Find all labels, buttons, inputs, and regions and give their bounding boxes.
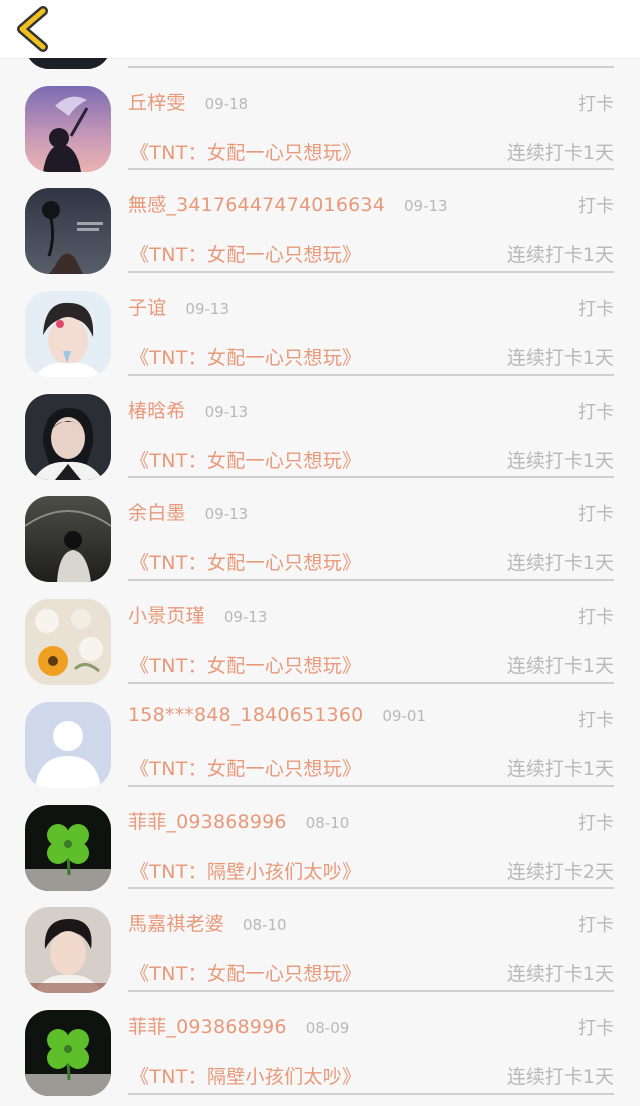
streak-text: 连续打卡1天 <box>506 141 614 164</box>
avatar[interactable] <box>25 599 111 686</box>
avatar-image <box>25 85 111 172</box>
checkin-type: 打卡 <box>578 196 614 218</box>
book-title[interactable]: 《TNT：女配一心只想玩》 <box>130 138 361 165</box>
list-item[interactable]: 子谊 09-13 打卡 《TNT：女配一心只想玩》 连续打卡1天 <box>0 273 640 378</box>
user-name[interactable]: 小景页瑾 <box>128 601 205 628</box>
book-title[interactable]: 《TNT：女配一心只想玩》 <box>130 959 361 986</box>
list-item[interactable]: 158***848_1840651360 09-01 打卡 《TNT：女配一心只… <box>0 684 640 788</box>
avatar[interactable] <box>25 496 111 583</box>
checkin-date: 09-13 <box>185 300 229 319</box>
list-item[interactable]: 小景页瑾 09-13 打卡 《TNT：女配一心只想玩》 连续打卡1天 <box>0 581 640 686</box>
avatar[interactable] <box>25 393 111 480</box>
avatar[interactable] <box>25 291 111 378</box>
avatar-image <box>25 496 111 583</box>
user-name[interactable]: 椿晗希 <box>128 396 186 423</box>
checkin-date: 08-09 <box>305 1018 350 1037</box>
checkin-date: 08-10 <box>243 916 287 935</box>
checkin-date: 09-18 <box>204 94 249 113</box>
streak-text: 连续打卡1天 <box>506 757 614 780</box>
checkin-date: 09-13 <box>204 505 249 524</box>
avatar-image <box>25 291 111 378</box>
list-item[interactable]: 馬嘉祺老婆 08-10 打卡 《TNT：女配一心只想玩》 连续打卡1天 <box>0 889 640 994</box>
user-name[interactable]: 子谊 <box>128 293 166 320</box>
avatar-image <box>25 599 111 686</box>
user-name[interactable]: 158***848_1840651360 <box>128 704 363 726</box>
streak-text: 连续打卡1天 <box>506 655 614 678</box>
user-name[interactable]: 余白墨 <box>128 498 186 525</box>
streak-text: 连续打卡1天 <box>506 449 614 472</box>
streak-text: 连续打卡1天 <box>506 1065 614 1088</box>
back-button[interactable] <box>12 6 56 52</box>
checkin-type: 打卡 <box>578 504 614 526</box>
checkin-date: 09-01 <box>382 706 427 725</box>
checkin-date: 09-13 <box>204 402 249 421</box>
clover-icon <box>25 1009 111 1096</box>
clover-icon <box>25 804 111 891</box>
book-title[interactable]: 《TNT：隔壁小孩们太吵》 <box>130 857 361 884</box>
user-name[interactable]: 馬嘉祺老婆 <box>128 909 224 936</box>
checkin-date: 09-13 <box>404 197 448 216</box>
streak-text: 连续打卡1天 <box>506 963 614 986</box>
list-item[interactable]: 余白墨 09-13 打卡 《TNT：女配一心只想玩》 连续打卡1天 <box>0 478 640 583</box>
avatar-image <box>25 393 111 480</box>
checkin-type: 打卡 <box>578 299 614 321</box>
avatar[interactable] <box>25 804 111 891</box>
row-divider <box>128 1092 614 1095</box>
checkin-date: 09-13 <box>223 608 268 627</box>
list-item[interactable]: 椿晗希 09-13 打卡 《TNT：女配一心只想玩》 连续打卡1天 <box>0 376 640 480</box>
default-person-icon <box>25 701 111 788</box>
list-item[interactable]: 菲菲_093868996 08-10 打卡 《TNT：隔壁小孩们太吵》 连续打卡… <box>0 787 640 891</box>
book-title[interactable]: 《TNT：女配一心只想玩》 <box>130 343 361 370</box>
checkin-type: 打卡 <box>578 915 614 937</box>
chevron-left-icon <box>17 6 48 52</box>
book-title[interactable]: 《TNT：女配一心只想玩》 <box>130 651 361 678</box>
checkin-date: 08-10 <box>305 813 350 832</box>
top-nav-bar <box>0 0 640 58</box>
avatar[interactable] <box>25 701 111 788</box>
checkin-list: 丘梓雯 09-18 打卡 《TNT：女配一心只想玩》 连续打卡1天 無感_341… <box>0 0 640 1096</box>
checkin-type: 打卡 <box>578 709 614 731</box>
streak-text: 连续打卡1天 <box>506 552 614 575</box>
list-item[interactable]: 丘梓雯 09-18 打卡 《TNT：女配一心只想玩》 连续打卡1天 <box>0 68 640 172</box>
book-title[interactable]: 《TNT：隔壁小孩们太吵》 <box>130 1062 361 1089</box>
book-title[interactable]: 《TNT：女配一心只想玩》 <box>130 240 361 267</box>
book-title[interactable]: 《TNT：女配一心只想玩》 <box>130 754 361 781</box>
checkin-type: 打卡 <box>578 93 614 115</box>
checkin-type: 打卡 <box>578 607 614 629</box>
list-item[interactable]: 無感_34176447474016634 09-13 打卡 《TNT：女配一心只… <box>0 170 640 275</box>
avatar[interactable] <box>25 85 111 172</box>
list-item[interactable]: 菲菲_093868996 08-09 打卡 《TNT：隔壁小孩们太吵》 连续打卡… <box>0 992 640 1096</box>
checkin-type: 打卡 <box>578 812 614 834</box>
user-name[interactable]: 菲菲_093868996 <box>128 1012 287 1039</box>
book-title[interactable]: 《TNT：女配一心只想玩》 <box>130 548 361 575</box>
user-name[interactable]: 菲菲_093868996 <box>128 807 287 834</box>
avatar[interactable] <box>25 1009 111 1096</box>
user-name[interactable]: 無感_34176447474016634 <box>128 190 385 217</box>
avatar[interactable] <box>25 188 111 275</box>
book-title[interactable]: 《TNT：女配一心只想玩》 <box>130 446 361 473</box>
checkin-type: 打卡 <box>578 1017 614 1039</box>
user-name[interactable]: 丘梓雯 <box>128 88 186 115</box>
avatar[interactable] <box>25 907 111 994</box>
avatar-image <box>25 188 111 275</box>
avatar-image <box>25 907 111 994</box>
streak-text: 连续打卡2天 <box>506 860 614 883</box>
streak-text: 连续打卡1天 <box>506 347 614 370</box>
checkin-type: 打卡 <box>578 401 614 423</box>
streak-text: 连续打卡1天 <box>506 244 614 267</box>
